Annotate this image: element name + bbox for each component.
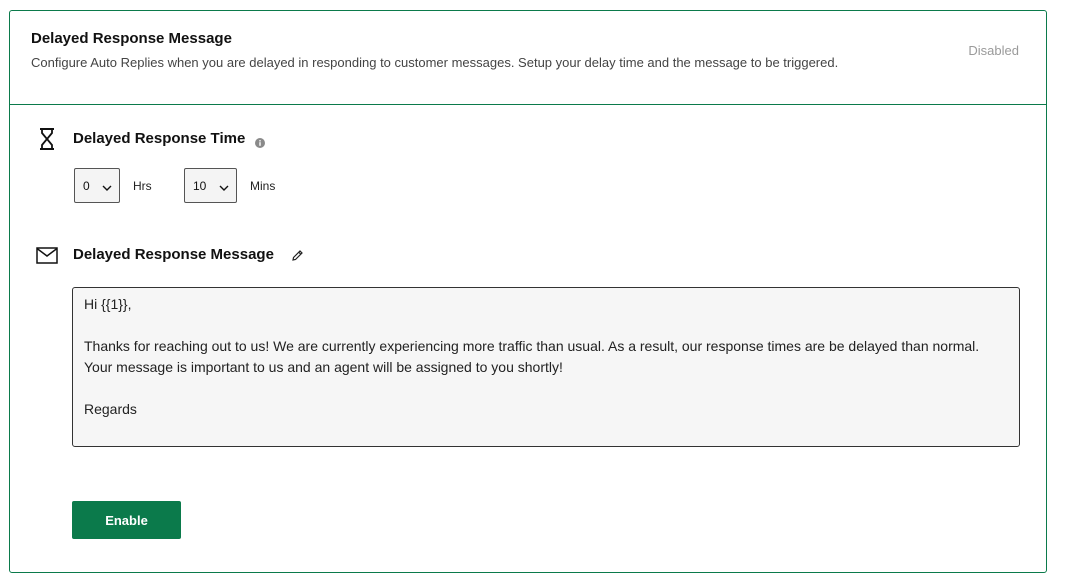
delayed-response-card: Delayed Response Message Configure Auto … [9,10,1047,573]
info-icon[interactable] [255,135,265,148]
card-description: Configure Auto Replies when you are dela… [31,55,839,70]
message-textarea[interactable]: Hi {{1}}, Thanks for reaching out to us! … [72,287,1020,447]
chevron-down-icon [102,181,112,195]
hours-value: 0 [83,178,90,193]
card-title: Delayed Response Message [31,30,232,47]
hours-unit-label: Hrs [133,179,152,193]
message-line [84,378,1008,399]
message-line [84,315,1008,336]
message-line: Hi {{1}}, [84,296,132,312]
hours-select[interactable]: 0 [74,168,120,203]
pencil-icon[interactable] [291,249,304,262]
message-line: Thanks for reaching out to us! We are cu… [84,338,980,354]
status-label: Disabled [968,43,1019,58]
enable-button[interactable]: Enable [72,501,181,539]
minutes-select[interactable]: 10 [184,168,237,203]
minutes-value: 10 [193,178,207,193]
card-header: Delayed Response Message Configure Auto … [10,11,1046,105]
message-line: Your message is important to us and an a… [84,359,563,375]
envelope-icon [36,244,58,266]
message-section-title: Delayed Response Message [73,246,274,263]
chevron-down-icon [219,181,229,195]
minutes-unit-label: Mins [250,179,276,193]
message-line: Regards [84,401,137,417]
time-section-title: Delayed Response Time [73,130,246,147]
hourglass-icon [36,128,58,150]
